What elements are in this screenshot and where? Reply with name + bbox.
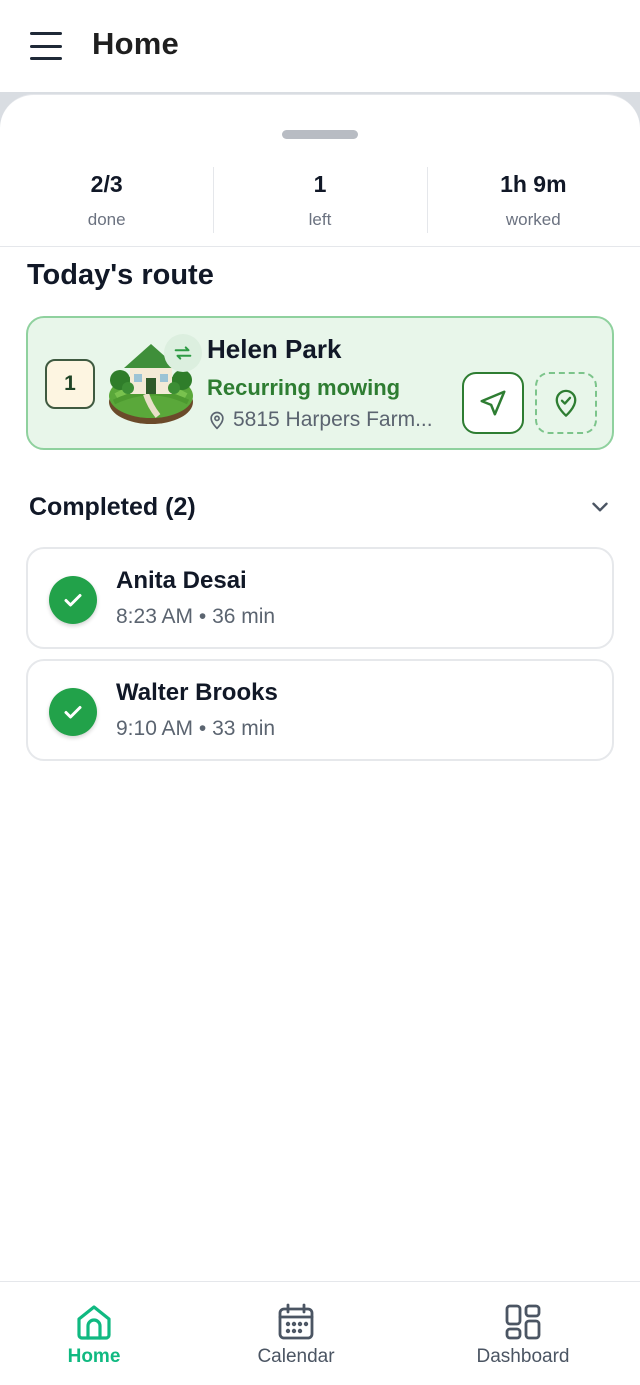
location-pin-icon — [210, 411, 224, 430]
nav-tab-dashboard[interactable]: Dashboard — [460, 1282, 586, 1385]
hamburger-icon-line — [30, 44, 62, 48]
stat-value: 1h 9m — [500, 171, 567, 197]
recurring-icon — [164, 334, 202, 372]
stat-label: left — [308, 210, 332, 229]
check-in-button[interactable] — [535, 372, 597, 434]
nav-label: Home — [67, 1346, 121, 1367]
calendar-icon — [276, 1302, 316, 1342]
job-client-name: Walter Brooks — [116, 679, 278, 706]
dashboard-icon — [503, 1302, 543, 1342]
completed-check-icon — [49, 688, 97, 736]
stat-label: worked — [505, 210, 561, 229]
navigate-button[interactable] — [462, 372, 524, 434]
sheet-drag-handle[interactable] — [282, 130, 358, 139]
completed-check-icon — [49, 576, 97, 624]
service-name: Recurring mowing — [207, 375, 401, 400]
page-title: Home — [92, 26, 179, 61]
nav-tab-calendar[interactable]: Calendar — [236, 1282, 356, 1385]
bottom-sheet: 2/3 done 1 left 1h 9m worked Today's rou… — [0, 94, 640, 1334]
stat-value: 1 — [313, 171, 327, 197]
stat-label: done — [87, 210, 126, 229]
bottom-navigation: Home Calendar Dashboard — [0, 1281, 640, 1385]
address-row: 5815 Harpers Farm... — [207, 408, 457, 432]
job-time-duration: 9:10 AM • 33 min — [116, 717, 276, 740]
check-in-pin-icon — [555, 389, 577, 417]
stop-number-badge: 1 — [45, 359, 95, 409]
stat-done: 2/3 done — [0, 165, 213, 246]
stat-left: 1 left — [213, 165, 426, 246]
hamburger-icon-line — [30, 57, 62, 60]
route-section-title: Today's route — [27, 259, 214, 291]
completed-title: Completed (2) — [29, 492, 196, 521]
completed-job-card[interactable]: Anita Desai 8:23 AM • 36 min — [26, 547, 614, 649]
stat-worked: 1h 9m worked — [426, 165, 640, 246]
route-stop-card[interactable]: 1 Helen Park Recurring mowing 5815 Harpe… — [26, 316, 614, 450]
app-header: Home — [0, 0, 640, 92]
hamburger-icon-line — [30, 32, 62, 35]
stat-value: 2/3 — [90, 171, 123, 197]
nav-tab-home[interactable]: Home — [44, 1282, 144, 1385]
job-client-name: Anita Desai — [116, 567, 247, 594]
chevron-down-icon — [592, 502, 608, 512]
nav-label: Calendar — [257, 1346, 335, 1367]
navigate-icon — [480, 390, 506, 416]
completed-job-card[interactable]: Walter Brooks 9:10 AM • 33 min — [26, 659, 614, 761]
client-name: Helen Park — [207, 334, 342, 364]
job-time-duration: 8:23 AM • 36 min — [116, 605, 276, 628]
stats-bar: 2/3 done 1 left 1h 9m worked — [0, 165, 640, 247]
completed-section-toggle[interactable]: Completed (2) — [29, 487, 613, 527]
address-text: 5815 Harpers Farm... — [233, 408, 433, 431]
nav-label: Dashboard — [476, 1346, 570, 1367]
home-icon — [74, 1302, 114, 1342]
menu-button[interactable] — [28, 30, 64, 62]
